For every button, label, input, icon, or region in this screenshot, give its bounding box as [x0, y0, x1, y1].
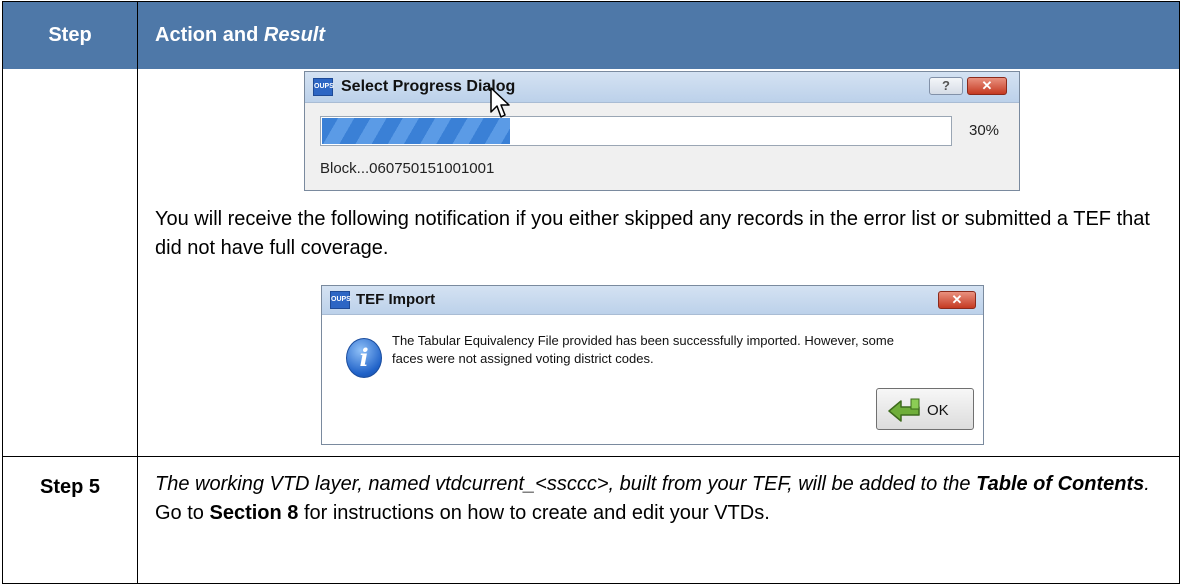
ok-button-label: OK — [927, 402, 949, 419]
tef-import-dialog: OUPS TEF Import ✕ i The Tabular Equivale… — [321, 285, 984, 445]
green-arrow-icon — [888, 398, 920, 422]
close-icon[interactable]: ✕ — [938, 291, 976, 309]
section-8-ref: Section 8 — [209, 502, 299, 524]
step5-text-part4: for instructions on how to create and ed… — [298, 502, 770, 524]
step5-description: The working VTD layer, named vtdcurrent_… — [155, 470, 1165, 528]
header-action: Action and Result — [155, 2, 325, 69]
dialog-titlebar: OUPS TEF Import ✕ — [322, 286, 983, 315]
progress-bar-fill — [322, 118, 511, 144]
column-divider — [137, 2, 138, 583]
ok-button[interactable]: OK — [876, 388, 974, 430]
step5-label: Step 5 — [39, 475, 101, 498]
step5-text-part2: . — [1144, 473, 1150, 495]
step5-text-part3: Go to — [155, 502, 210, 524]
dialog-titlebar: OUPS Select Progress Dialog ? ✕ — [305, 72, 1019, 103]
oups-app-icon: OUPS — [330, 291, 351, 309]
instruction-table: Step Action and Result OUPS Select Progr… — [2, 1, 1180, 584]
close-icon[interactable]: ✕ — [967, 77, 1007, 95]
select-progress-dialog: OUPS Select Progress Dialog ? ✕ 30% Bloc… — [304, 71, 1020, 191]
dialog-message-line-2: faces were not assigned voting district … — [392, 351, 654, 366]
step5-text-part1: The working VTD layer, named vtdcurrent_… — [155, 473, 977, 495]
dialog-message-line-1: The Tabular Equivalency File provided ha… — [392, 333, 894, 348]
header-action-result: Result — [263, 24, 326, 46]
progress-bar — [320, 116, 952, 146]
table-of-contents-ref: Table of Contents — [976, 473, 1145, 495]
table-header: Step Action and Result — [3, 2, 1179, 69]
progress-status: Block...060750151001001 — [320, 160, 495, 177]
info-icon: i — [346, 338, 382, 378]
help-icon[interactable]: ? — [929, 77, 963, 95]
mouse-cursor-icon — [490, 87, 510, 118]
header-action-label: Action and — [155, 24, 264, 46]
header-step: Step — [48, 24, 92, 46]
dialog-title: TEF Import — [356, 291, 436, 308]
progress-percent: 30% — [969, 122, 1000, 139]
notification-paragraph: You will receive the following notificat… — [155, 208, 1150, 259]
oups-app-icon: OUPS — [313, 78, 334, 96]
row-divider — [3, 456, 1179, 457]
